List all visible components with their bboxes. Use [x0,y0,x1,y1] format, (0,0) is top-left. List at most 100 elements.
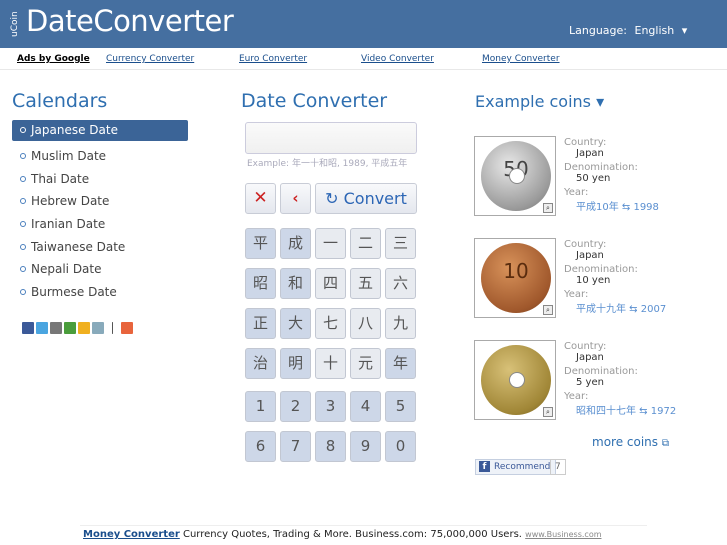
input-example: Example: 年一十和昭, 1989, 平成五年 [247,159,408,169]
key-digit[interactable]: 9 [350,431,381,462]
coin-image: 50 [481,141,551,211]
calendar-item-japanese[interactable]: Japanese Date [12,120,188,141]
key-kanji[interactable]: 大 [280,308,311,339]
coin-hole [509,372,525,388]
year-link[interactable]: 昭和四十七年 ⇆ 1972 [564,402,676,417]
date-input[interactable] [245,122,417,154]
year-link[interactable]: 平成10年 ⇆ 1998 [564,198,659,213]
bookmark-star-icon[interactable] [78,322,90,334]
year-label: Year: [564,289,589,300]
key-kanji[interactable]: 成 [280,228,311,259]
close-icon: ✕ [253,188,268,208]
chevron-down-icon[interactable]: ▾ [682,24,688,37]
ad-link-video[interactable]: Video Converter [361,54,434,64]
key-kanji[interactable]: 七 [315,308,346,339]
key-kanji[interactable]: 二 [350,228,381,259]
coins-heading[interactable]: Example coins ▾ [475,92,604,111]
key-kanji[interactable]: 一 [315,228,346,259]
calendar-item-thai[interactable]: Thai Date [12,168,188,191]
coin-meta: Country: Japan Denomination: 5 yen Year:… [564,341,676,417]
key-digit[interactable]: 6 [245,431,276,462]
share-separator [112,322,113,334]
recommend-count: 7 [550,459,566,475]
bottom-ad-url[interactable]: www.Business.com [525,530,601,539]
google-icon[interactable] [64,322,76,334]
key-kanji[interactable]: 治 [245,348,276,379]
facebook-recommend-button[interactable]: Recommend [475,459,557,475]
denomination-label: Denomination: [564,162,638,173]
key-kanji[interactable]: 九 [385,308,416,339]
delicious-icon[interactable] [92,322,104,334]
country-value: Japan [576,148,604,159]
key-kanji[interactable]: 十 [315,348,346,379]
converter-heading: Date Converter [241,90,388,112]
key-digit[interactable]: 7 [280,431,311,462]
site-header: uCoin DateConverter Language: English ▾ [0,0,727,48]
calendar-item-hebrew[interactable]: Hebrew Date [12,190,188,213]
key-kanji[interactable]: 五 [350,268,381,299]
more-coins-label: more coins [592,435,659,449]
key-digit[interactable]: 2 [280,391,311,422]
convert-button[interactable]: ↻ Convert [315,183,417,214]
coin-meta: Country: Japan Denomination: 50 yen Year… [564,137,659,213]
coin-image: 10 [481,243,551,313]
backspace-button[interactable]: ‹ [280,183,311,214]
key-kanji[interactable]: 和 [280,268,311,299]
key-kanji[interactable]: 正 [245,308,276,339]
calendar-item-muslim[interactable]: Muslim Date [12,145,188,168]
ad-link-money[interactable]: Money Converter [482,54,560,64]
key-kanji[interactable]: 元 [350,348,381,379]
bottom-ad-title[interactable]: Money Converter [83,529,180,540]
clear-button[interactable]: ✕ [245,183,276,214]
bottom-ad-text: Currency Quotes, Trading & More. Busines… [182,529,522,540]
calendar-item-nepali[interactable]: Nepali Date [12,258,188,281]
zoom-icon[interactable]: ⌕ [543,407,553,417]
key-kanji[interactable]: 八 [350,308,381,339]
coin-meta: Country: Japan Denomination: 10 yen Year… [564,239,666,315]
key-digit[interactable]: 4 [350,391,381,422]
denomination-label: Denomination: [564,264,638,275]
country-value: Japan [576,250,604,261]
add-share-icon[interactable] [121,322,133,334]
year-link[interactable]: 平成十九年 ⇆ 2007 [564,300,666,315]
key-kanji[interactable]: 六 [385,268,416,299]
country-label: Country: [564,341,607,352]
key-digit[interactable]: 0 [385,431,416,462]
key-kanji[interactable]: 四 [315,268,346,299]
coin-card[interactable]: ⌕ [474,340,556,420]
key-digit[interactable]: 3 [315,391,346,422]
key-digit[interactable]: 1 [245,391,276,422]
coin-card[interactable]: 10 ⌕ [474,238,556,318]
key-kanji[interactable]: 昭 [245,268,276,299]
language-value[interactable]: English [635,24,675,37]
country-label: Country: [564,239,607,250]
key-kanji[interactable]: 平 [245,228,276,259]
denomination-value: 5 yen [576,377,604,388]
key-digit[interactable]: 5 [385,391,416,422]
ad-link-currency[interactable]: Currency Converter [106,54,194,64]
twitter-icon[interactable] [36,322,48,334]
country-value: Japan [576,352,604,363]
coin-image [481,345,551,415]
language-label: Language: [569,24,627,37]
key-kanji[interactable]: 三 [385,228,416,259]
ads-by-google-link[interactable]: Ads by Google [17,54,90,64]
print-icon[interactable] [50,322,62,334]
key-digit[interactable]: 8 [315,431,346,462]
site-logo[interactable]: DateConverter [26,4,234,38]
refresh-icon: ↻ [325,189,344,208]
key-kanji[interactable]: 年 [385,348,416,379]
bottom-ad: Money Converter Currency Quotes, Trading… [80,525,647,545]
denomination-label: Denomination: [564,366,638,377]
zoom-icon[interactable]: ⌕ [543,203,553,213]
key-kanji[interactable]: 明 [280,348,311,379]
facebook-icon[interactable] [22,322,34,334]
calendar-item-iranian[interactable]: Iranian Date [12,213,188,236]
zoom-icon[interactable]: ⌕ [543,305,553,315]
ad-link-euro[interactable]: Euro Converter [239,54,307,64]
calendar-item-taiwanese[interactable]: Taiwanese Date [12,236,188,259]
coin-card[interactable]: 50 ⌕ [474,136,556,216]
calendar-item-burmese[interactable]: Burmese Date [12,281,188,304]
language-selector[interactable]: Language: English ▾ [569,24,691,37]
more-coins-link[interactable]: more coins ⧉ [592,435,669,449]
